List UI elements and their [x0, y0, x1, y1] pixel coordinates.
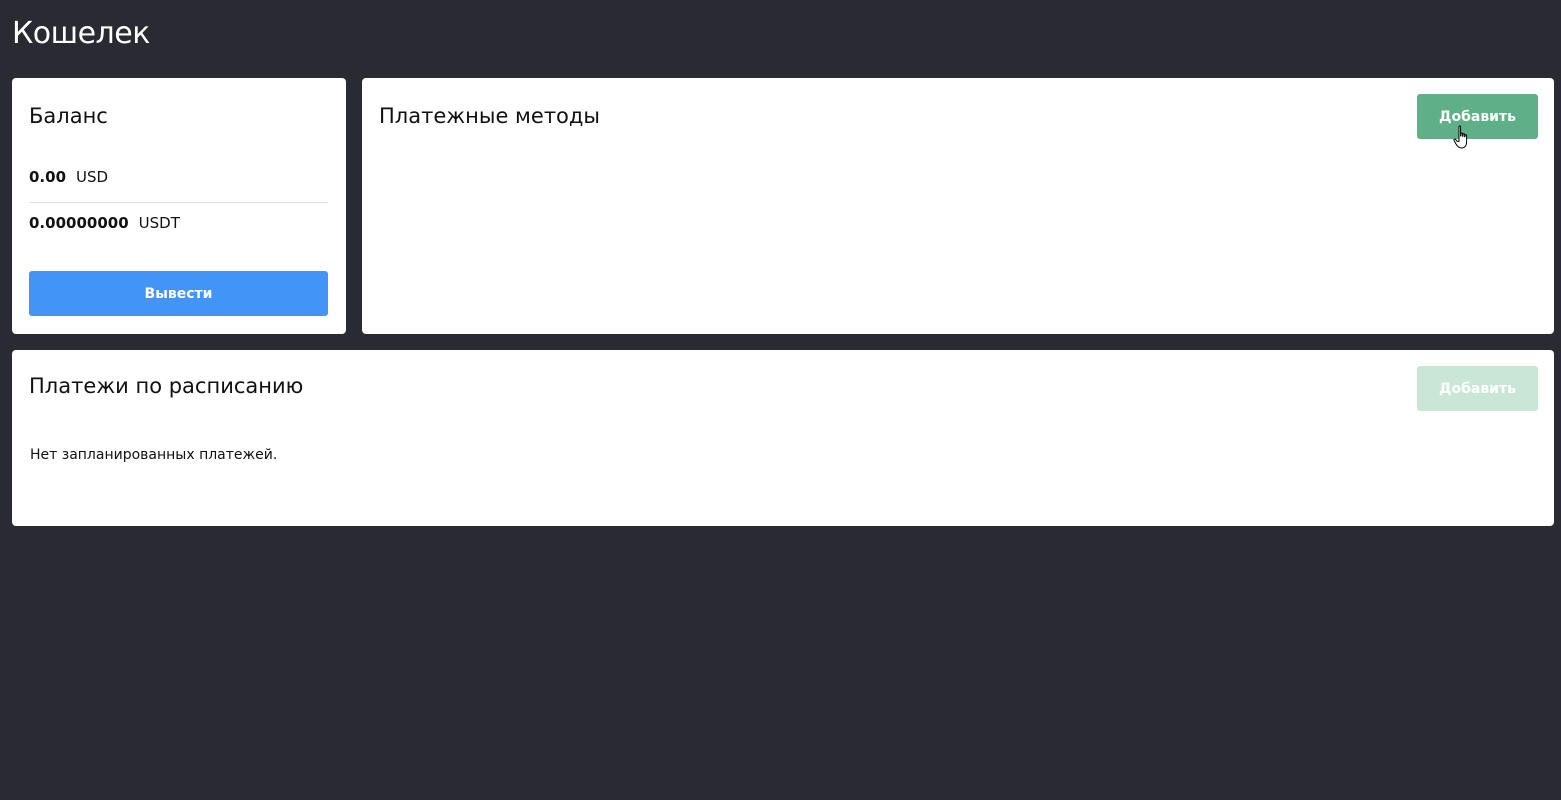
balance-row-usdt: 0.00000000 USDT	[29, 214, 328, 232]
balance-amount-usd: 0.00	[29, 168, 67, 186]
no-scheduled-payments-text: Нет запланированных платежей.	[30, 447, 278, 463]
pointer-hand-icon	[1453, 125, 1468, 149]
balance-amount-usdt: 0.00000000	[29, 214, 129, 232]
withdraw-button[interactable]: Вывести	[29, 271, 328, 316]
balance-currency-usd: USD	[76, 168, 109, 186]
balance-title: Баланс	[29, 104, 108, 128]
balance-row-usd: 0.00 USD	[29, 168, 328, 186]
balance-currency-usdt: USDT	[138, 214, 180, 232]
add-payment-method-button[interactable]: Добавить	[1417, 94, 1538, 139]
scheduled-payments-title: Платежи по расписанию	[29, 374, 304, 398]
scheduled-payments-card: Платежи по расписанию Добавить Нет запла…	[12, 350, 1554, 526]
payment-methods-title: Платежные методы	[379, 104, 601, 128]
balance-card: Баланс 0.00 USD 0.00000000 USDT Вывести	[12, 78, 346, 334]
balance-divider	[29, 202, 328, 203]
page-title: Кошелек	[12, 16, 150, 51]
payment-methods-card: Платежные методы Добавить	[362, 78, 1554, 334]
add-scheduled-payment-button[interactable]: Добавить	[1417, 366, 1538, 411]
